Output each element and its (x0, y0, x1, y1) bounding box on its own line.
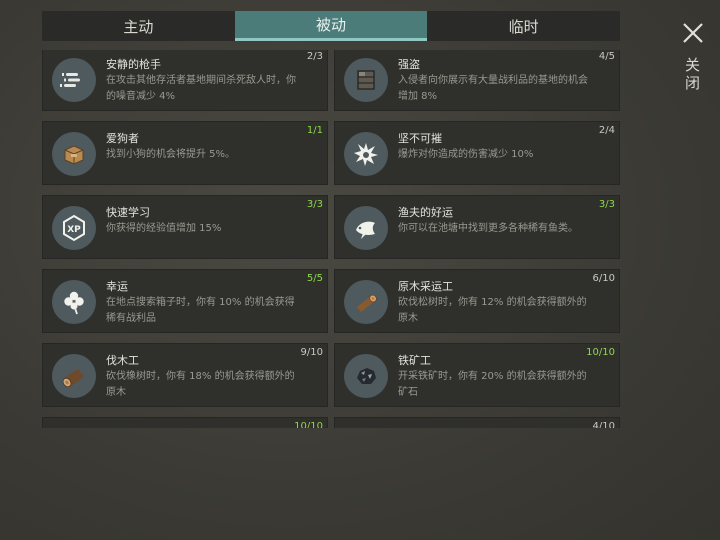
perk-level: 5/5 (306, 273, 323, 284)
perk-level: 3/3 (306, 199, 323, 210)
perk-card[interactable]: 安静的枪手在攻击其他存活者基地期间杀死敌人时，你的噪音减少 4% 2/3 (42, 50, 328, 111)
perk-title: 渔夫的好运 (398, 206, 453, 219)
perk-level: 2/4 (598, 125, 615, 136)
perk-description: 开采铁矿时，你有 20% 的机会获得额外的矿石 (398, 371, 587, 398)
perk-level: 4/5 (598, 51, 615, 62)
perk-description: 你可以在池塘中找到更多各种稀有鱼类。 (398, 223, 578, 234)
perk-description: 找到小狗的机会将提升 5%。 (106, 149, 236, 160)
tab-bar: 主动 被动 临时 (42, 11, 620, 41)
perk-title: 幸运 (106, 280, 128, 293)
perk-grid: 安静的枪手在攻击其他存活者基地期间杀死敌人时，你的噪音减少 4% 2/3 强盗入侵者… (42, 50, 622, 428)
crate-icon (344, 58, 388, 102)
perk-description: 爆炸对你造成的伤害减少 10% (398, 149, 534, 160)
perk-card[interactable]: 坚不可摧爆炸对你造成的伤害减少 10% 2/4 (334, 121, 620, 185)
clover-icon (52, 280, 96, 324)
iron-ore-icon (344, 354, 388, 398)
close-label: 关闭 (685, 56, 701, 92)
perk-card[interactable]: 渔夫的好运你可以在池塘中找到更多各种稀有鱼类。 3/3 (334, 195, 620, 259)
perk-description: 你获得的经验值增加 15% (106, 223, 222, 234)
perk-card[interactable]: 4/10 (334, 417, 620, 428)
perk-list[interactable]: 安静的枪手在攻击其他存活者基地期间杀死敌人时，你的噪音减少 4% 2/3 强盗入侵者… (42, 50, 622, 428)
perk-level: 4/10 (592, 421, 615, 428)
perk-card[interactable]: 10/10 (42, 417, 328, 428)
perk-level: 9/10 (300, 347, 323, 358)
perk-card[interactable]: 爱狗者找到小狗的机会将提升 5%。 1/1 (42, 121, 328, 185)
perk-card[interactable]: 原木采运工砍伐松树时，你有 12% 的机会获得额外的原木 6/10 (334, 269, 620, 333)
tab-active-skills[interactable]: 主动 (42, 11, 235, 41)
perk-description: 在地点搜索箱子时，你有 10% 的机会获得稀有战利品 (106, 297, 295, 324)
perk-title: 快速学习 (106, 206, 150, 219)
perk-level: 10/10 (586, 347, 615, 358)
xp-icon: XP (52, 206, 96, 250)
perk-level: 10/10 (294, 421, 323, 428)
perk-level: 1/1 (306, 125, 323, 136)
perk-title: 原木采运工 (398, 280, 453, 293)
oak-log-icon (52, 354, 96, 398)
perk-level: 2/3 (306, 51, 323, 62)
close-icon (683, 23, 703, 43)
perk-description: 砍伐橡树时，你有 18% 的机会获得额外的原木 (106, 371, 295, 398)
dog-crate-icon (52, 132, 96, 176)
perk-card[interactable]: XP 快速学习你获得的经验值增加 15% 3/3 (42, 195, 328, 259)
perk-description: 砍伐松树时，你有 12% 的机会获得额外的原木 (398, 297, 587, 324)
perk-description: 入侵者向你展示有大量战利品的基地的机会增加 8% (398, 75, 588, 102)
explosion-icon (344, 132, 388, 176)
svg-text:XP: XP (67, 225, 81, 235)
tab-passive-skills[interactable]: 被动 (234, 11, 428, 41)
perk-card[interactable]: 幸运在地点搜索箱子时，你有 10% 的机会获得稀有战利品 5/5 (42, 269, 328, 333)
perk-title: 强盗 (398, 58, 420, 71)
bullets-icon (52, 58, 96, 102)
perk-card[interactable]: 铁矿工开采铁矿时，你有 20% 的机会获得额外的矿石 10/10 (334, 343, 620, 407)
perk-level: 3/3 (598, 199, 615, 210)
perk-title: 安静的枪手 (106, 58, 161, 71)
perk-title: 爱狗者 (106, 132, 139, 145)
perk-card[interactable]: 强盗入侵者向你展示有大量战利品的基地的机会增加 8% 4/5 (334, 50, 620, 111)
perk-title: 伐木工 (106, 354, 139, 367)
close-button[interactable]: 关闭 (678, 20, 708, 100)
fish-icon (344, 206, 388, 250)
perk-level: 6/10 (592, 273, 615, 284)
perk-title: 铁矿工 (398, 354, 431, 367)
perk-card[interactable]: 伐木工砍伐橡树时，你有 18% 的机会获得额外的原木 9/10 (42, 343, 328, 407)
perk-title: 坚不可摧 (398, 132, 442, 145)
tab-temporary-skills[interactable]: 临时 (427, 11, 620, 41)
perk-description: 在攻击其他存活者基地期间杀死敌人时，你的噪音减少 4% (106, 75, 296, 102)
pine-log-icon (344, 280, 388, 324)
